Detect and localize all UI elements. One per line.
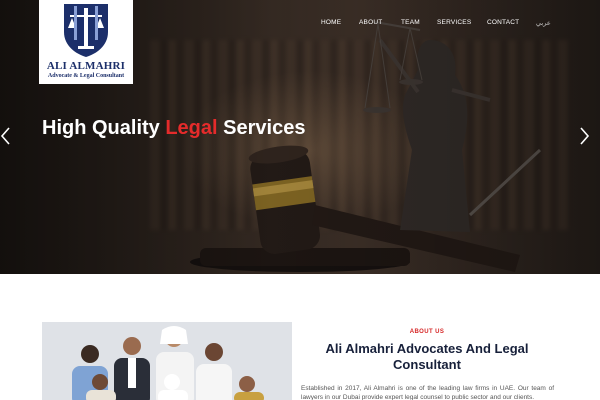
nav-item-language-arabic[interactable]: عربي (536, 19, 551, 27)
hero-title-accent: Legal (165, 117, 218, 139)
team-group-image (42, 322, 292, 400)
nav-item-home[interactable]: HOME (321, 19, 341, 26)
hero-title-start: High Quality (42, 117, 166, 139)
hero-title: High Quality Legal Services (42, 117, 305, 140)
hero-title-end: Services (217, 117, 306, 139)
logo-brand-subtitle: Advocate & Legal Consultant (47, 73, 125, 79)
nav-item-contact[interactable]: CONTACT (487, 19, 519, 26)
page: High Quality Legal Services ALI ALMAHRI … (0, 0, 600, 400)
logo-brand-name: ALI ALMAHRI (46, 60, 126, 72)
scales-emblem-icon (64, 4, 108, 57)
nav-item-about[interactable]: ABOUT (359, 19, 382, 26)
about-section-body: Established in 2017, Ali Almahri is one … (301, 385, 554, 400)
nav-item-services[interactable]: SERVICES (437, 19, 471, 26)
about-section-heading: Ali Almahri Advocates And Legal Consulta… (325, 341, 529, 372)
nav-item-team[interactable]: TEAM (401, 19, 420, 26)
about-team-photo (42, 322, 292, 400)
site-logo[interactable]: ALI ALMAHRI Advocate & Legal Consultant (39, 0, 133, 84)
slider-prev-button[interactable] (0, 126, 14, 146)
main-navigation: HOME ABOUT TEAM SERVICES CONTACT عربي (0, 19, 600, 29)
about-section-label: ABOUT US (409, 329, 445, 335)
chevron-left-icon (0, 127, 10, 145)
slider-next-button[interactable] (578, 126, 592, 146)
chevron-right-icon (580, 127, 590, 145)
